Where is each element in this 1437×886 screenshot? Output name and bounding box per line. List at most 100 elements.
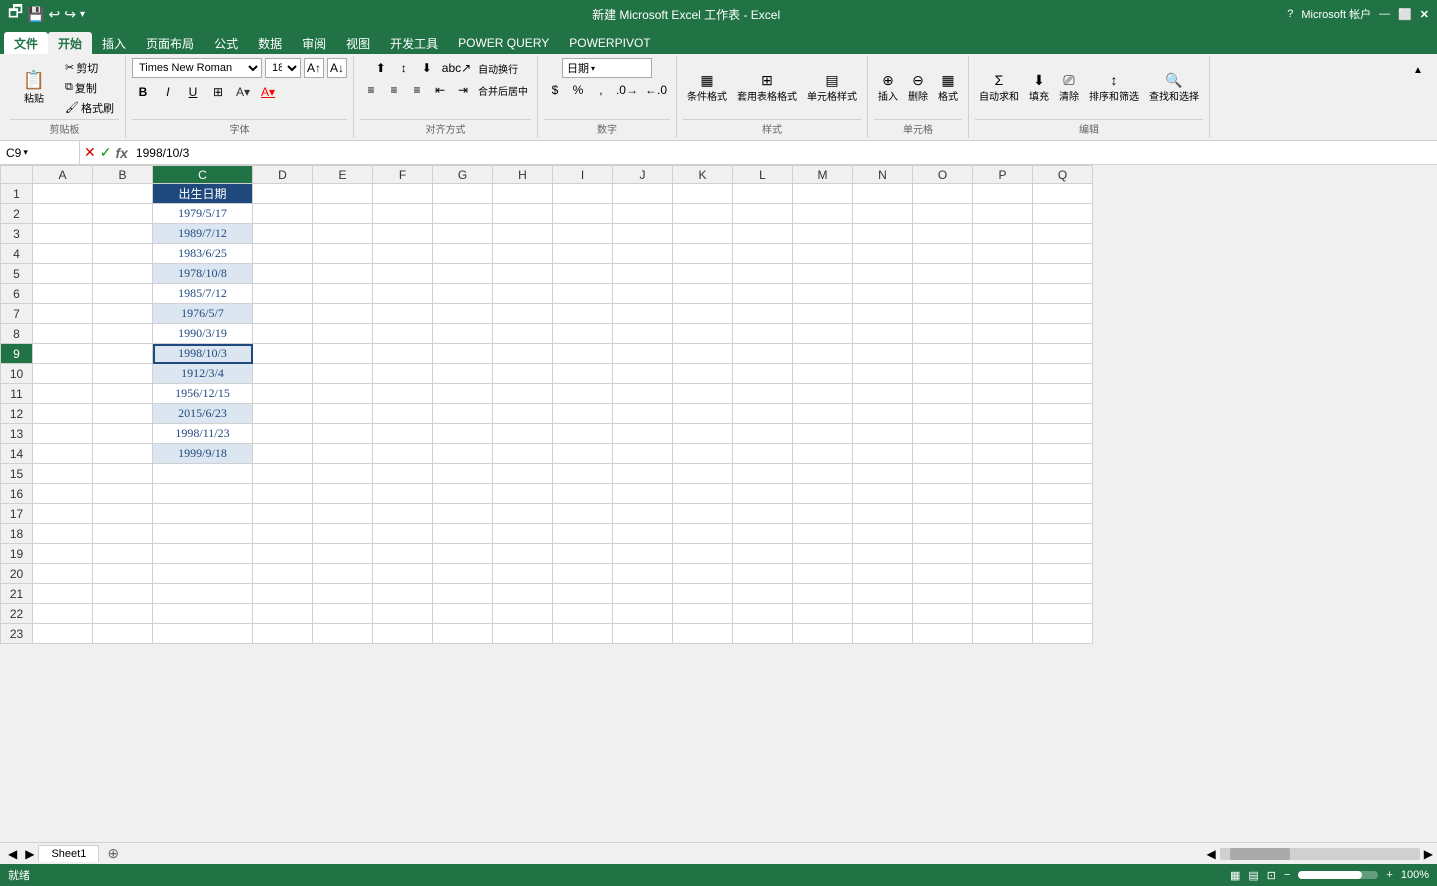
cell-B11[interactable] — [93, 384, 153, 404]
cell-L9[interactable] — [733, 344, 793, 364]
cell-c8[interactable]: 1990/3/19 — [153, 324, 253, 344]
cell-F7[interactable] — [373, 304, 433, 324]
cell-F6[interactable] — [373, 284, 433, 304]
cell-H11[interactable] — [493, 384, 553, 404]
row-header-13[interactable]: 13 — [1, 424, 33, 444]
cell-K4[interactable] — [673, 244, 733, 264]
cell-I17[interactable] — [553, 504, 613, 524]
row-header-8[interactable]: 8 — [1, 324, 33, 344]
quick-redo[interactable]: ↪ — [64, 6, 76, 23]
cell-D12[interactable] — [253, 404, 313, 424]
cell-J21[interactable] — [613, 584, 673, 604]
cell-H12[interactable] — [493, 404, 553, 424]
cell-N10[interactable] — [853, 364, 913, 384]
cell-E2[interactable] — [313, 204, 373, 224]
cell-E16[interactable] — [313, 484, 373, 504]
align-middle-button[interactable]: ↕ — [393, 58, 415, 78]
next-sheet-button[interactable]: ▶ — [21, 847, 38, 861]
cell-H23[interactable] — [493, 624, 553, 644]
align-top-button[interactable]: ⬆ — [370, 58, 392, 78]
cell-L16[interactable] — [733, 484, 793, 504]
cell-G1[interactable] — [433, 184, 493, 204]
cell-D19[interactable] — [253, 544, 313, 564]
cell-J10[interactable] — [613, 364, 673, 384]
cell-K21[interactable] — [673, 584, 733, 604]
row-header-2[interactable]: 2 — [1, 204, 33, 224]
cell-K14[interactable] — [673, 444, 733, 464]
cell-I20[interactable] — [553, 564, 613, 584]
cell-c12[interactable]: 2015/6/23 — [153, 404, 253, 424]
cell-A7[interactable] — [33, 304, 93, 324]
scrollbar-thumb[interactable] — [1230, 848, 1290, 860]
italic-button[interactable]: I — [157, 82, 179, 102]
cell-c20[interactable] — [153, 564, 253, 584]
cell-B3[interactable] — [93, 224, 153, 244]
cell-I6[interactable] — [553, 284, 613, 304]
cell-F15[interactable] — [373, 464, 433, 484]
cell-A3[interactable] — [33, 224, 93, 244]
cell-D14[interactable] — [253, 444, 313, 464]
col-header-q[interactable]: Q — [1033, 166, 1093, 184]
cell-A17[interactable] — [33, 504, 93, 524]
cell-E9[interactable] — [313, 344, 373, 364]
cell-M1[interactable] — [793, 184, 853, 204]
cell-L1[interactable] — [733, 184, 793, 204]
view-pagebreak-button[interactable]: ⊡ — [1267, 869, 1276, 882]
zoom-out-button[interactable]: − — [1284, 869, 1290, 881]
cell-I5[interactable] — [553, 264, 613, 284]
cell-G21[interactable] — [433, 584, 493, 604]
cell-L8[interactable] — [733, 324, 793, 344]
cell-I22[interactable] — [553, 604, 613, 624]
zoom-slider[interactable] — [1298, 871, 1378, 879]
cell-K8[interactable] — [673, 324, 733, 344]
cell-B15[interactable] — [93, 464, 153, 484]
cell-c4[interactable]: 1983/6/25 — [153, 244, 253, 264]
cell-J19[interactable] — [613, 544, 673, 564]
table-format-button[interactable]: ⊞ 套用表格格式 — [733, 71, 801, 105]
zoom-in-button[interactable]: + — [1386, 869, 1392, 881]
cell-I21[interactable] — [553, 584, 613, 604]
cell-N21[interactable] — [853, 584, 913, 604]
cell-N18[interactable] — [853, 524, 913, 544]
quick-undo[interactable]: ↩ — [48, 6, 60, 23]
cell-I7[interactable] — [553, 304, 613, 324]
cell-O16[interactable] — [913, 484, 973, 504]
cell-N19[interactable] — [853, 544, 913, 564]
cell-G17[interactable] — [433, 504, 493, 524]
col-header-p[interactable]: P — [973, 166, 1033, 184]
cell-A8[interactable] — [33, 324, 93, 344]
cell-G9[interactable] — [433, 344, 493, 364]
cell-M15[interactable] — [793, 464, 853, 484]
cell-A11[interactable] — [33, 384, 93, 404]
cell-D8[interactable] — [253, 324, 313, 344]
cell-c14[interactable]: 1999/9/18 — [153, 444, 253, 464]
percent-button[interactable]: % — [567, 80, 589, 100]
view-normal-button[interactable]: ▦ — [1230, 869, 1240, 882]
cell-Q10[interactable] — [1033, 364, 1093, 384]
row-header-3[interactable]: 3 — [1, 224, 33, 244]
cell-A2[interactable] — [33, 204, 93, 224]
cell-N14[interactable] — [853, 444, 913, 464]
col-header-e[interactable]: E — [313, 166, 373, 184]
cell-c1[interactable]: 出生日期 — [153, 184, 253, 204]
cell-H4[interactable] — [493, 244, 553, 264]
cell-G19[interactable] — [433, 544, 493, 564]
cell-B2[interactable] — [93, 204, 153, 224]
cell-B12[interactable] — [93, 404, 153, 424]
cell-B4[interactable] — [93, 244, 153, 264]
cell-O14[interactable] — [913, 444, 973, 464]
col-header-j[interactable]: J — [613, 166, 673, 184]
cell-D5[interactable] — [253, 264, 313, 284]
increase-font-button[interactable]: A↑ — [304, 58, 324, 78]
cell-Q7[interactable] — [1033, 304, 1093, 324]
cell-J14[interactable] — [613, 444, 673, 464]
cell-E22[interactable] — [313, 604, 373, 624]
cell-A1[interactable] — [33, 184, 93, 204]
cell-N8[interactable] — [853, 324, 913, 344]
cell-F20[interactable] — [373, 564, 433, 584]
cell-O2[interactable] — [913, 204, 973, 224]
cell-I9[interactable] — [553, 344, 613, 364]
row-header-16[interactable]: 16 — [1, 484, 33, 504]
border-button[interactable]: ⊞ — [207, 82, 229, 102]
row-header-12[interactable]: 12 — [1, 404, 33, 424]
